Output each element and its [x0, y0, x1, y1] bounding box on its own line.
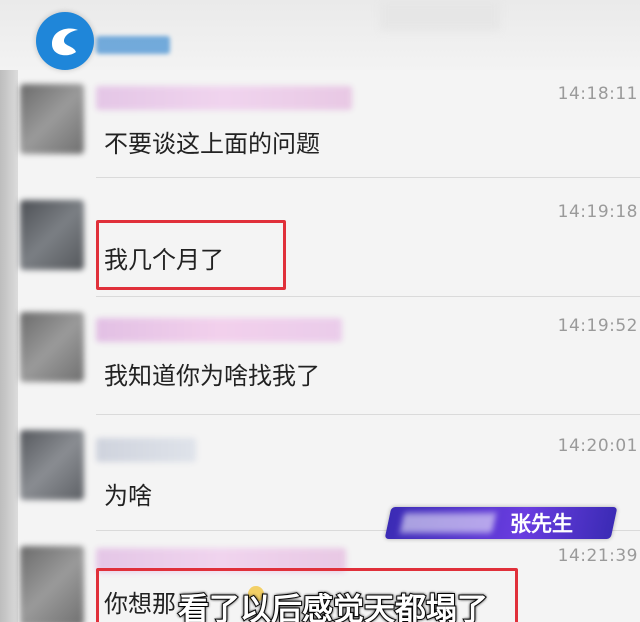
- avatar: [20, 84, 84, 154]
- speaker-name: 张先生: [510, 512, 573, 536]
- divider: [96, 414, 640, 415]
- speaker-lower-third: 张先生: [384, 507, 618, 539]
- message-text: 不要谈这上面的问题: [104, 130, 320, 158]
- chat-screenshot: 14:18:11 不要谈这上面的问题 14:19:18 我几个月了 14:19:…: [0, 0, 640, 622]
- blurred-sender-name: [96, 318, 342, 342]
- message-time: 14:21:39: [557, 546, 638, 566]
- logo-icon: [52, 28, 78, 56]
- channel-logo: [36, 12, 94, 70]
- message-time: 14:18:11: [557, 84, 638, 104]
- side-shadow: [0, 0, 18, 622]
- blurred-sender-name: [96, 86, 352, 110]
- divider: [96, 177, 640, 178]
- avatar: [20, 312, 84, 382]
- highlight-box: [96, 220, 286, 290]
- message-text: 我知道你为啥找我了: [104, 362, 320, 390]
- avatar: [20, 200, 84, 270]
- blurred-header-area: [380, 0, 500, 30]
- video-caption: 看了以后感觉天都塌了: [177, 591, 489, 622]
- blurred-logo-text: [96, 36, 170, 54]
- blurred-title: [399, 513, 497, 533]
- avatar: [20, 430, 84, 500]
- message-text: 为啥: [104, 482, 152, 510]
- message-time: 14:19:52: [557, 316, 638, 336]
- avatar: [20, 546, 84, 622]
- divider: [96, 296, 640, 297]
- blurred-sender-name: [96, 438, 196, 462]
- top-bar: [0, 0, 640, 70]
- message-time: 14:19:18: [557, 202, 638, 222]
- message-time: 14:20:01: [557, 436, 638, 456]
